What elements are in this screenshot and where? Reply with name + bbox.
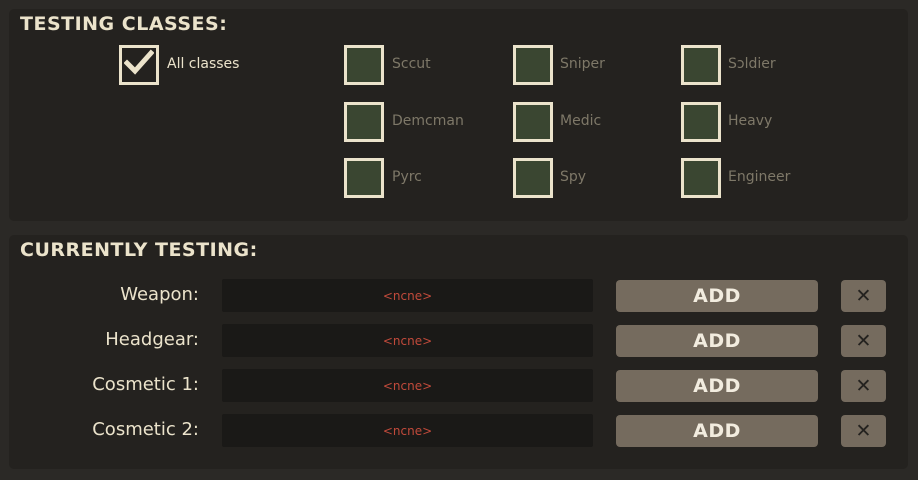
check-icon <box>124 49 154 75</box>
close-icon: ✕ <box>855 375 872 397</box>
remove-cosmetic-2-button[interactable]: ✕ <box>841 415 886 447</box>
class-label-spy: Spy <box>560 169 587 185</box>
class-checkbox-heavy[interactable] <box>681 102 721 142</box>
slot-value-cosmetic-1: <ncne> <box>222 369 593 402</box>
class-label-soldier: Sɔldier <box>728 56 776 72</box>
class-label-medic: Medic <box>560 113 602 129</box>
class-checkbox-sniper[interactable] <box>513 45 553 85</box>
all-classes-label: All classes <box>167 56 240 72</box>
slot-label-cosmetic-2: Cosmetic 2: <box>92 419 199 440</box>
class-label-demoman: Demcman <box>392 113 464 129</box>
remove-weapon-button[interactable]: ✕ <box>841 280 886 312</box>
close-icon: ✕ <box>855 330 872 352</box>
currently-testing-panel: CURRENTLY TESTING: Weapon: <ncne> ADD ✕ … <box>9 235 908 469</box>
class-checkbox-engineer[interactable] <box>681 158 721 198</box>
class-label-sniper: Sniper <box>560 56 605 72</box>
close-icon: ✕ <box>855 285 872 307</box>
slot-label-weapon: Weapon: <box>120 284 199 305</box>
slot-label-headgear: Headgear: <box>105 329 199 350</box>
class-label-scout: Sccut <box>392 56 431 72</box>
remove-headgear-button[interactable]: ✕ <box>841 325 886 357</box>
class-checkbox-demoman[interactable] <box>344 102 384 142</box>
class-label-pyro: Pyrc <box>392 169 422 185</box>
class-checkbox-pyro[interactable] <box>344 158 384 198</box>
testing-classes-title: TESTING CLASSES: <box>20 13 228 35</box>
class-checkbox-soldier[interactable] <box>681 45 721 85</box>
slot-value-cosmetic-2: <ncne> <box>222 414 593 447</box>
add-cosmetic-2-button[interactable]: ADD <box>616 415 818 447</box>
close-icon: ✕ <box>855 420 872 442</box>
class-checkbox-medic[interactable] <box>513 102 553 142</box>
currently-testing-title: CURRENTLY TESTING: <box>20 239 258 261</box>
testing-classes-panel: TESTING CLASSES: All classes Sccut Snipe… <box>9 9 908 221</box>
add-headgear-button[interactable]: ADD <box>616 325 818 357</box>
slot-value-headgear: <ncne> <box>222 324 593 357</box>
class-checkbox-spy[interactable] <box>513 158 553 198</box>
class-checkbox-scout[interactable] <box>344 45 384 85</box>
remove-cosmetic-1-button[interactable]: ✕ <box>841 370 886 402</box>
slot-value-weapon: <ncne> <box>222 279 593 312</box>
add-cosmetic-1-button[interactable]: ADD <box>616 370 818 402</box>
add-weapon-button[interactable]: ADD <box>616 280 818 312</box>
all-classes-checkbox[interactable] <box>119 45 159 85</box>
class-label-engineer: Engineer <box>728 169 791 185</box>
slot-label-cosmetic-1: Cosmetic 1: <box>92 374 199 395</box>
class-label-heavy: Heavy <box>728 113 773 129</box>
